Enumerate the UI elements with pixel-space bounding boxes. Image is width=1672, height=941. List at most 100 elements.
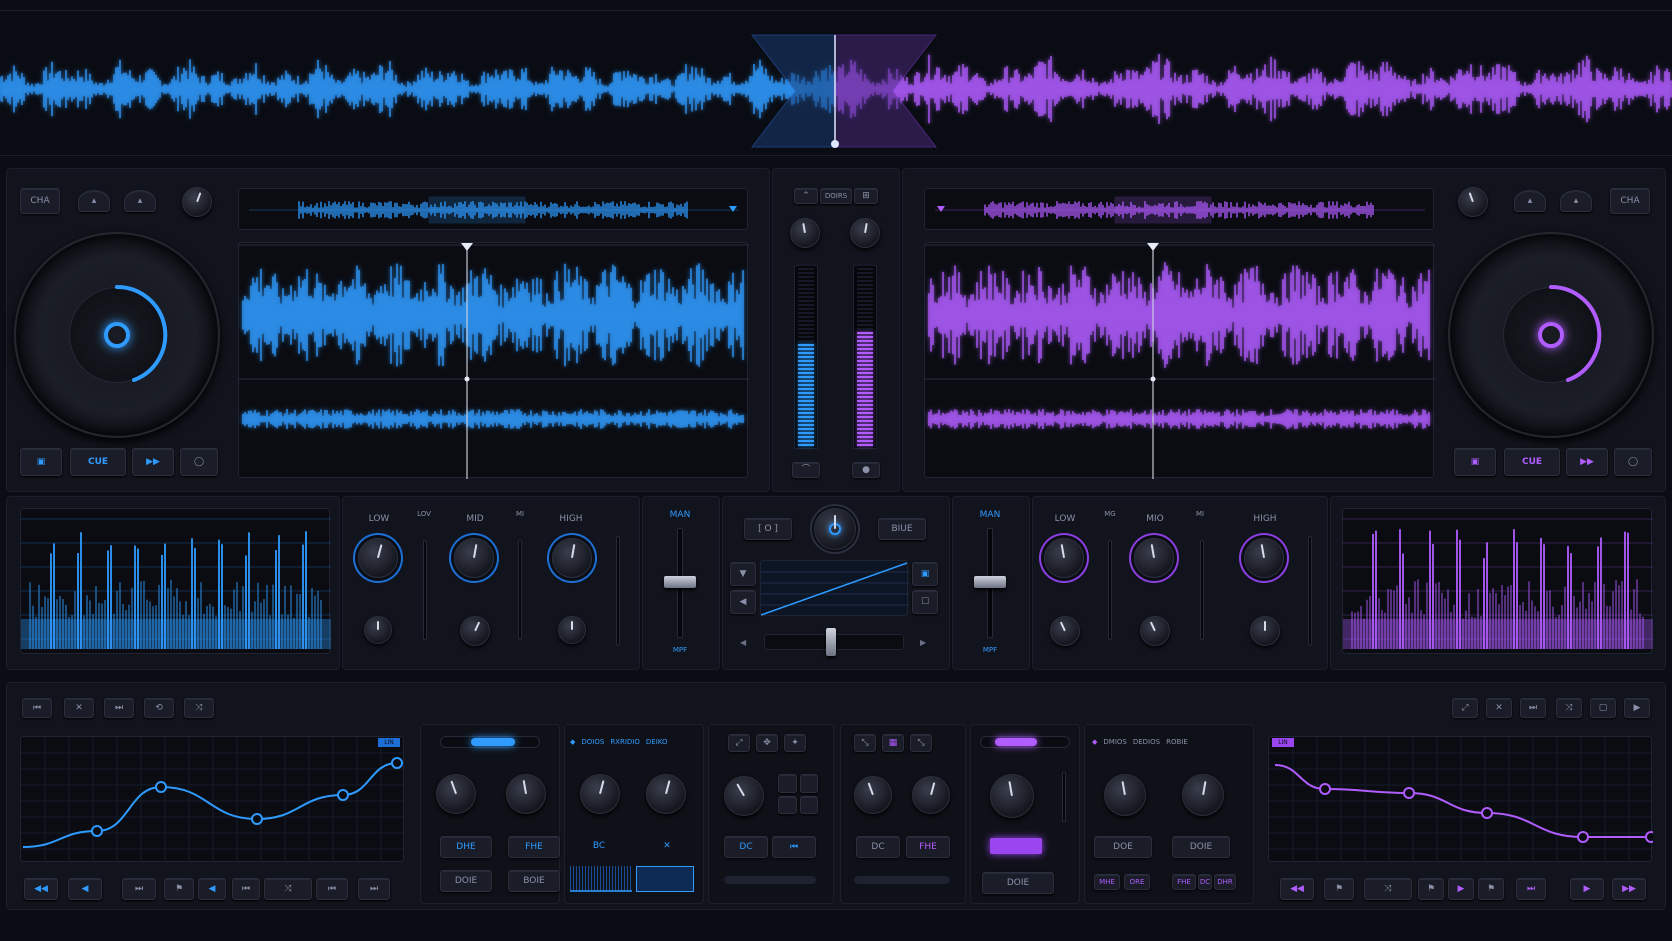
pad-2[interactable] [799, 774, 818, 793]
pad-3[interactable] [778, 795, 797, 814]
fx-a3-grid-pad[interactable] [778, 774, 818, 814]
mixer-right-button[interactable]: BIUE [878, 518, 926, 540]
crossfader-curve-a-button[interactable]: ▼ [730, 562, 756, 586]
bottom-b-tool4-button[interactable]: ⤨ [1556, 698, 1582, 718]
fx-b1-knob-2[interactable] [912, 776, 950, 814]
deck-b-cue-button[interactable]: CUE [1504, 448, 1560, 476]
deck-a-channel-button[interactable]: CHA [20, 188, 60, 214]
channel-a-fader-cap[interactable] [664, 576, 696, 588]
eq-a-high-slider[interactable] [616, 536, 620, 646]
fx-b2-toggle[interactable] [980, 736, 1070, 748]
deck-a-loop-button[interactable]: ▣ [20, 448, 62, 476]
deck-a-pitch-up-button[interactable]: ▴ [78, 190, 110, 212]
bottom-a-shuffle-button[interactable]: ⤨ [184, 698, 214, 718]
fx-a2-knob-2[interactable] [646, 774, 686, 814]
mixer-mode-button[interactable]: DOIRS [820, 188, 852, 204]
mixer-trim-b-knob[interactable] [850, 218, 880, 248]
bottom-a-close-button[interactable]: ✕ [64, 698, 94, 718]
deck-b-jog-wheel[interactable] [1448, 232, 1654, 438]
bottom-a-shuffle2-button[interactable]: ⤨ [264, 878, 312, 900]
crossfader-mode-b-button[interactable]: ☐ [912, 590, 938, 614]
mixer-cue-a-button[interactable]: ⌒ [792, 462, 820, 478]
fx-b2-knob[interactable] [990, 774, 1034, 818]
fx-a3-icon-2[interactable]: ✥ [756, 734, 778, 752]
fx-b1-button-2[interactable]: FHE [906, 836, 950, 858]
fx-a1-button-2[interactable]: FHE [508, 836, 560, 858]
bottom-b-tool1-button[interactable]: ⤢ [1452, 698, 1478, 718]
deck-a-automation-graph[interactable] [20, 736, 405, 863]
bottom-b-play2-button[interactable]: ▶ [1570, 878, 1604, 900]
bottom-b-rewind-button[interactable]: ◀◀ [1280, 878, 1314, 900]
fx-b3-toggle-1[interactable]: MHE [1094, 874, 1120, 890]
fx-b3-button-1[interactable]: DOE [1094, 836, 1152, 858]
deck-b-mini-overview[interactable] [924, 188, 1434, 230]
fx-b1-knob-1[interactable] [854, 776, 892, 814]
fx-a1-knob-1[interactable] [436, 774, 476, 814]
deck-a-sync-button[interactable]: ◯ [180, 448, 218, 476]
deck-a-gain-knob[interactable] [182, 187, 212, 217]
fx-a3-icon-1[interactable]: ⤢ [728, 734, 750, 752]
fx-a3-icon-3[interactable]: ✦ [784, 734, 806, 752]
bottom-b-bookmark-button[interactable]: ⚑ [1324, 878, 1354, 900]
fx-b1-icon-1[interactable]: ⤡ [854, 734, 876, 752]
bottom-b-tool3-button[interactable]: ⏭ [1520, 698, 1546, 718]
deck-b-pitch-up-button[interactable]: ▴ [1514, 190, 1546, 212]
fx-b2-active-button[interactable] [990, 838, 1042, 854]
eq-a-low-knob[interactable] [358, 538, 398, 578]
fx-b3-toggle-3[interactable]: FHE [1172, 874, 1196, 890]
fx-a1-button-1[interactable]: DHE [440, 836, 492, 858]
deck-a-main-waveform[interactable] [238, 242, 749, 479]
pad-4[interactable] [799, 795, 818, 814]
deck-b-automation-graph[interactable] [1268, 736, 1653, 863]
eq-a-mid-slider[interactable] [518, 540, 522, 640]
fx-a3-button-1[interactable]: DC [724, 836, 768, 858]
fx-b3-knob-1[interactable] [1104, 774, 1146, 816]
bottom-b-step-button[interactable]: ⏭ [1516, 878, 1546, 900]
eq-b-low-knob[interactable] [1044, 538, 1084, 578]
eq-a-mid-knob[interactable] [454, 538, 494, 578]
bottom-b-shuffle-button[interactable]: ⤨ [1364, 878, 1412, 900]
deck-b-main-waveform[interactable] [924, 242, 1435, 479]
fx-b2-button[interactable]: DOIE [982, 872, 1054, 894]
deck-b-play-button[interactable]: ▶▶ [1566, 448, 1608, 476]
fx-a3-button-2[interactable]: ⏮ [772, 836, 816, 858]
eq-a-filter-mid-knob[interactable] [460, 616, 490, 646]
eq-b-mid-slider[interactable] [1200, 540, 1204, 640]
bottom-b-mark-button[interactable]: ⚑ [1418, 878, 1444, 900]
bottom-b-tool5-button[interactable]: ▢ [1590, 698, 1616, 718]
crossfader-curve-b-button[interactable]: ◀ [730, 590, 756, 614]
eq-b-low-slider[interactable] [1108, 540, 1112, 640]
fx-b3-toggle-2[interactable]: ORE [1124, 874, 1150, 890]
bottom-b-tool6-button[interactable]: ▶ [1624, 698, 1650, 718]
eq-a-low-slider[interactable] [423, 540, 427, 640]
fx-a1-button-4[interactable]: BOIE [508, 870, 560, 892]
fx-a3-knob[interactable] [724, 776, 764, 816]
mixer-head-b-button[interactable]: ⊞ [854, 188, 878, 204]
eq-a-filter-high-knob[interactable] [558, 616, 586, 644]
fx-b3-knob-2[interactable] [1182, 774, 1224, 816]
fx-a2-button-2[interactable]: ✕ [644, 836, 690, 856]
deck-b-pitch-down-button[interactable]: ▴ [1560, 190, 1592, 212]
deck-a-play-button[interactable]: ▶▶ [132, 448, 174, 476]
fx-a1-toggle[interactable] [440, 736, 540, 748]
bottom-a-end-button[interactable]: ⏭ [358, 878, 390, 900]
bottom-a-back-button[interactable]: ◀ [68, 878, 102, 900]
eq-b-mid-knob[interactable] [1134, 538, 1174, 578]
eq-b-filter-low-knob[interactable] [1050, 616, 1080, 646]
bottom-a-prev-track-button[interactable]: ⏮ [232, 878, 260, 900]
bottom-b-ff-button[interactable]: ▶▶ [1612, 878, 1646, 900]
mixer-master-knob[interactable] [814, 508, 856, 550]
crossfader-cap[interactable] [826, 628, 837, 656]
deck-a-jog-wheel[interactable] [14, 232, 220, 438]
fx-a2-button-1[interactable]: BC [576, 836, 622, 856]
bottom-a-rewind-button[interactable]: ◀◀ [24, 878, 58, 900]
overview-waveform[interactable] [0, 11, 1672, 157]
mixer-head-a-button[interactable]: ⌃ [794, 188, 818, 204]
eq-b-high-knob[interactable] [1244, 538, 1284, 578]
deck-b-loop-button[interactable]: ▣ [1454, 448, 1496, 476]
fx-b1-button-1[interactable]: DC [856, 836, 900, 858]
mixer-trim-a-knob[interactable] [790, 218, 820, 248]
fx-b2-slider[interactable] [1062, 772, 1066, 822]
eq-b-filter-high-knob[interactable] [1250, 616, 1280, 646]
pad-1[interactable] [778, 774, 797, 793]
